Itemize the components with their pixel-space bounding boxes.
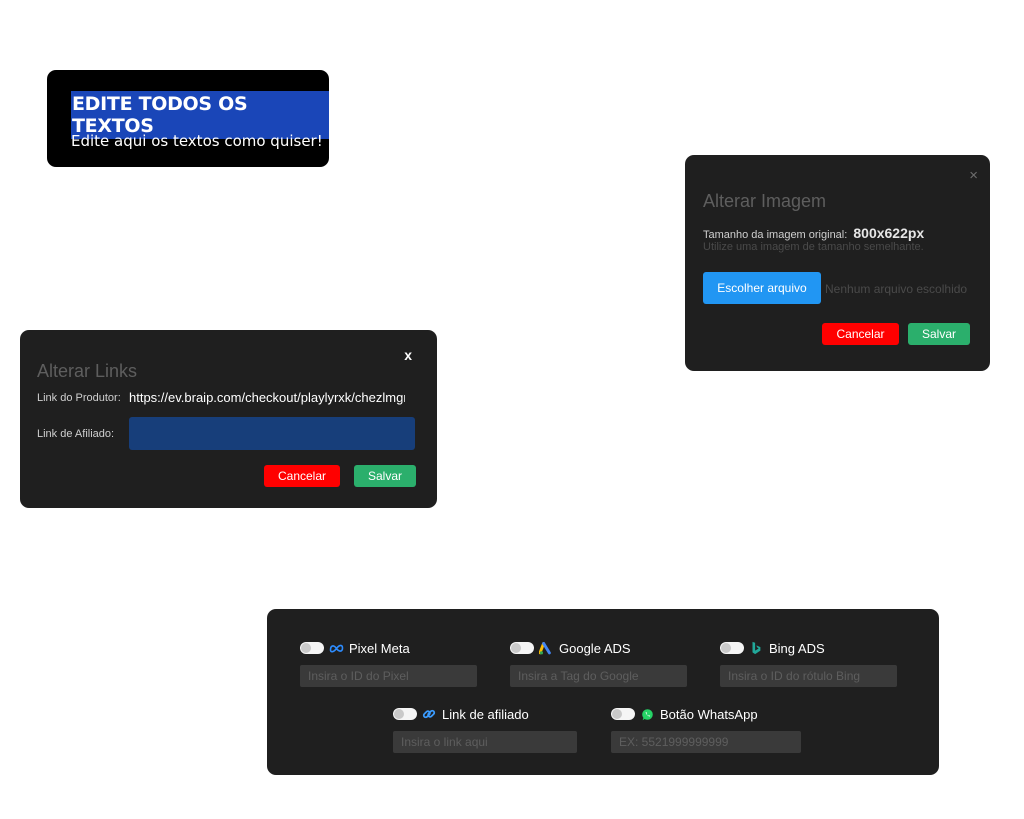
cancel-button[interactable]: Cancelar [822,323,899,345]
affiliate-link-toggle[interactable] [393,708,417,720]
original-size-value: 800x622px [853,225,925,241]
tracking-settings-panel: Pixel Meta Insira o ID do Pixel Google A… [267,609,939,775]
affiliate-link-label: Link de afiliado [442,706,529,722]
bing-ads-label: Bing ADS [769,640,825,656]
google-ads-input[interactable]: Insira a Tag do Google [510,665,687,687]
link-icon [421,707,437,721]
bing-ads-group: Bing ADS Insira o ID do rótulo Bing [720,640,897,687]
dialog-title: Alterar Imagem [703,191,827,211]
bing-ads-toggle[interactable] [720,642,744,654]
producer-link-label: Link do Produtor: [37,392,121,404]
pixel-meta-label: Pixel Meta [349,640,410,656]
original-size-row: Tamanho da imagem original: 800x622px [703,225,924,241]
affiliate-link-label: Link de Afiliado: [37,428,115,440]
producer-link-value: https://ev.braip.com/checkout/playlyrxk/… [129,390,405,405]
close-icon[interactable]: x [404,347,412,363]
whatsapp-toggle[interactable] [611,708,635,720]
meta-icon [328,641,344,655]
whatsapp-icon [639,707,655,721]
save-button[interactable]: Salvar [354,465,416,487]
original-size-label: Tamanho da imagem original: [703,229,848,241]
change-links-dialog: x Alterar Links Link do Produtor: https:… [20,330,437,508]
file-status: Nenhum arquivo escolhido [825,282,968,296]
save-button[interactable]: Salvar [908,323,970,345]
google-ads-group: Google ADS Insira a Tag do Google [510,640,687,687]
whatsapp-label: Botão WhatsApp [660,706,758,722]
pixel-meta-toggle[interactable] [300,642,324,654]
cancel-button[interactable]: Cancelar [264,465,340,487]
whatsapp-input[interactable]: EX: 5521999999999 [611,731,801,753]
close-icon[interactable]: × [969,167,978,184]
pixel-meta-input[interactable]: Insira o ID do Pixel [300,665,477,687]
affiliate-link-input[interactable] [129,417,415,450]
google-ads-icon [538,641,554,655]
pixel-meta-group: Pixel Meta Insira o ID do Pixel [300,640,477,687]
size-hint: Utilize uma imagem de tamanho semelhante… [703,241,924,253]
affiliate-link-group: Link de afiliado Insira o link aqui [393,706,577,753]
change-image-dialog: × Alterar Imagem Tamanho da imagem origi… [685,155,990,371]
whatsapp-group: Botão WhatsApp EX: 5521999999999 [611,706,801,753]
edit-texts-card: EDITE TODOS OS TEXTOS Edite aqui os text… [47,70,329,167]
google-ads-label: Google ADS [559,640,631,656]
bing-ads-input[interactable]: Insira o ID do rótulo Bing [720,665,897,687]
affiliate-link-input[interactable]: Insira o link aqui [393,731,577,753]
edit-texts-subtitle[interactable]: Edite aqui os textos como quiser! [71,132,323,150]
google-ads-toggle[interactable] [510,642,534,654]
dialog-title: Alterar Links [37,361,138,381]
choose-file-button[interactable]: Escolher arquivo [703,272,821,304]
bing-icon [748,641,764,655]
